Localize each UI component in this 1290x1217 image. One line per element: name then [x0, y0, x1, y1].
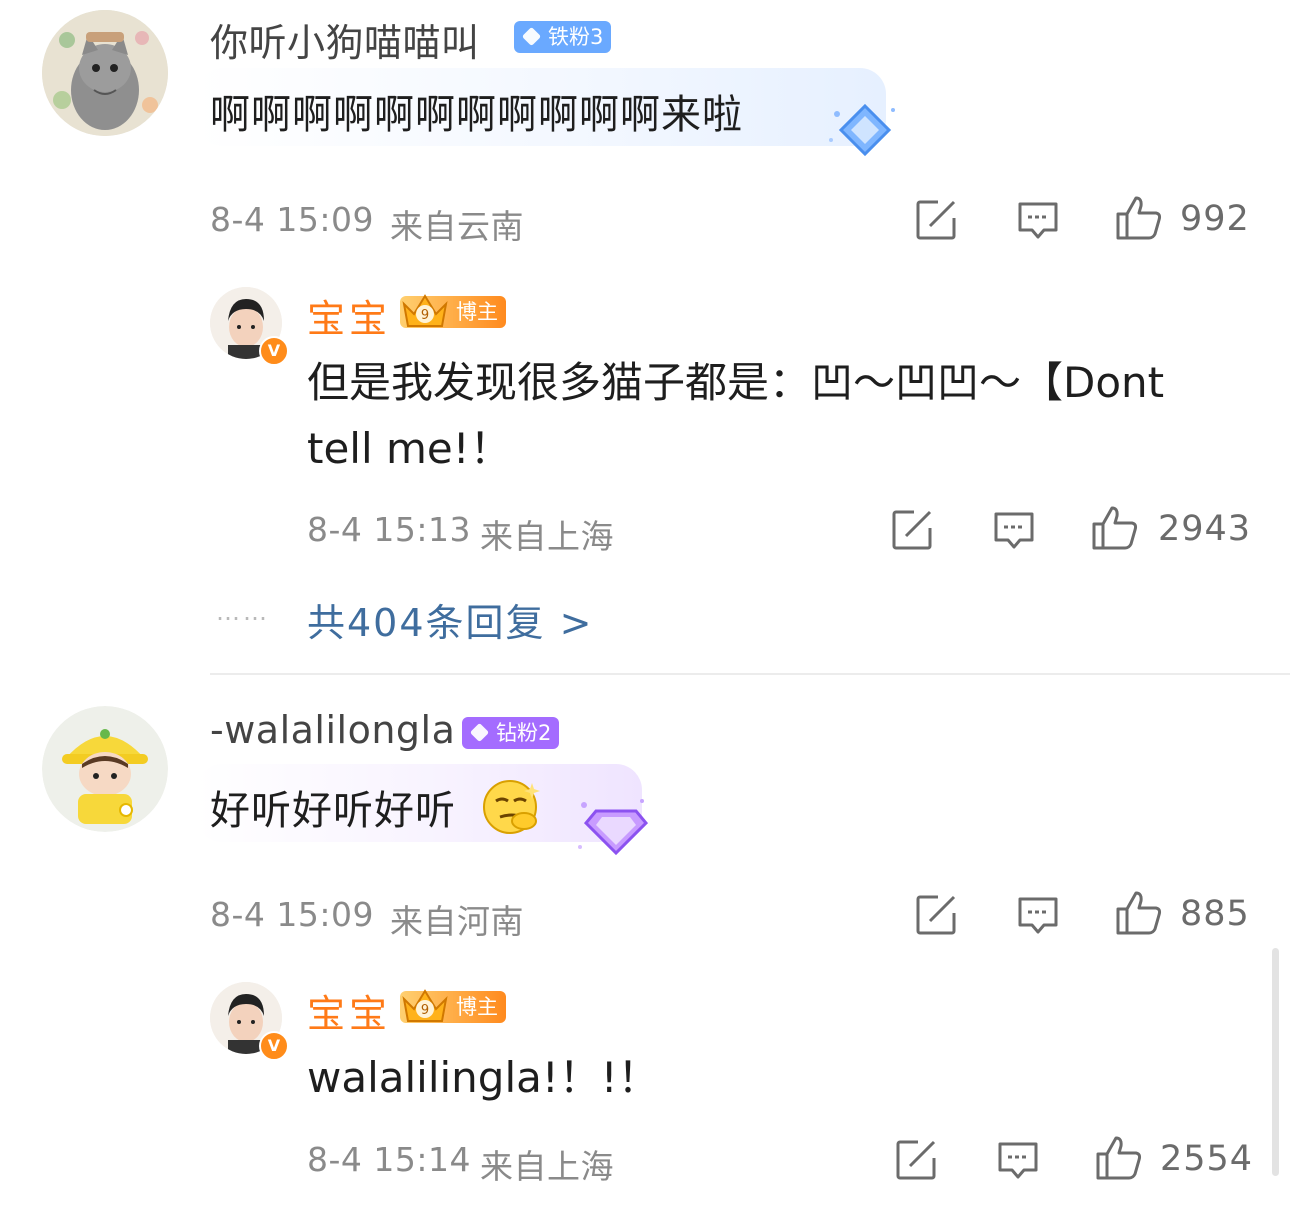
- more-replies-link[interactable]: 共404条回复 >: [307, 592, 593, 647]
- like-count: 2554: [1160, 1139, 1254, 1179]
- comment-bubble-icon[interactable]: [992, 508, 1036, 552]
- comment-divider: [210, 673, 1290, 675]
- fan-level-badge: 铁粉3: [514, 21, 612, 53]
- comment-location: 来自河南: [390, 902, 524, 941]
- svg-text:9: 9: [421, 1003, 429, 1018]
- comment-bubble-icon[interactable]: [996, 1138, 1040, 1182]
- badge-label: 博主: [456, 995, 498, 1019]
- diamond-fan-gem-icon: [578, 799, 649, 856]
- comment-location: 来自云南: [390, 207, 524, 246]
- username[interactable]: -walalilongla: [210, 708, 455, 752]
- crown-level-icon: 9: [402, 989, 448, 1022]
- reply-text-line: tell me!！: [307, 424, 512, 473]
- diamond-gem-icon: [469, 722, 490, 743]
- reply-text-line: walalilingla!！!！: [307, 1053, 660, 1102]
- more-replies-dots: ……: [216, 598, 270, 626]
- thumbs-up-icon[interactable]: [1090, 504, 1140, 552]
- avatar[interactable]: [42, 706, 168, 832]
- diamond-gem-icon: [521, 26, 542, 47]
- share-edit-icon[interactable]: [914, 198, 958, 242]
- username[interactable]: 宝宝: [307, 983, 391, 1038]
- verified-v-icon: V: [259, 1031, 289, 1061]
- reply-time: 8-4 15:13: [307, 510, 471, 549]
- username[interactable]: 你听小狗喵喵叫: [210, 12, 480, 67]
- blogger-badge: 9 博主: [400, 294, 506, 328]
- share-edit-icon[interactable]: [894, 1138, 938, 1182]
- comment-text: 啊啊啊啊啊啊啊啊啊啊啊来啦: [210, 92, 743, 138]
- thumbs-up-icon[interactable]: [1114, 194, 1164, 242]
- badge-label: 铁粉3: [548, 25, 604, 49]
- svg-text:9: 9: [421, 308, 429, 323]
- like-count: 885: [1180, 894, 1250, 934]
- iron-fan-gem-icon: [829, 103, 895, 157]
- verified-v-icon: V: [259, 336, 289, 366]
- thumbs-up-icon[interactable]: [1114, 889, 1164, 937]
- like-count: 992: [1180, 199, 1250, 239]
- fan-level-badge: 钻粉2: [462, 717, 560, 749]
- comment-time: 8-4 15:09: [210, 895, 374, 934]
- badge-label: 钻粉2: [496, 721, 552, 745]
- comment-time: 8-4 15:09: [210, 200, 374, 239]
- reply-location: 来自上海: [480, 1147, 614, 1186]
- username[interactable]: 宝宝: [307, 288, 391, 343]
- comment-text: 好听好听好听: [210, 788, 456, 834]
- reply-location: 来自上海: [480, 517, 614, 556]
- crown-level-icon: 9: [402, 294, 448, 327]
- share-edit-icon[interactable]: [914, 893, 958, 937]
- comment-bubble-icon[interactable]: [1016, 198, 1060, 242]
- share-edit-icon[interactable]: [890, 508, 934, 552]
- doll-avatar-image: [42, 706, 168, 832]
- reply-text-line: 但是我发现很多猫子都是：凹～凹凹～【Dont: [307, 358, 1165, 407]
- smug-emoji-icon: [483, 780, 540, 834]
- cat-avatar-image: [42, 10, 168, 136]
- comment-bubble-icon[interactable]: [1016, 893, 1060, 937]
- avatar[interactable]: [42, 10, 168, 136]
- reply-time: 8-4 15:14: [307, 1140, 471, 1179]
- blogger-badge: 9 博主: [400, 989, 506, 1023]
- badge-label: 博主: [456, 300, 498, 324]
- scrollbar[interactable]: [1272, 948, 1279, 1176]
- like-count: 2943: [1158, 509, 1252, 549]
- thumbs-up-icon[interactable]: [1094, 1134, 1144, 1182]
